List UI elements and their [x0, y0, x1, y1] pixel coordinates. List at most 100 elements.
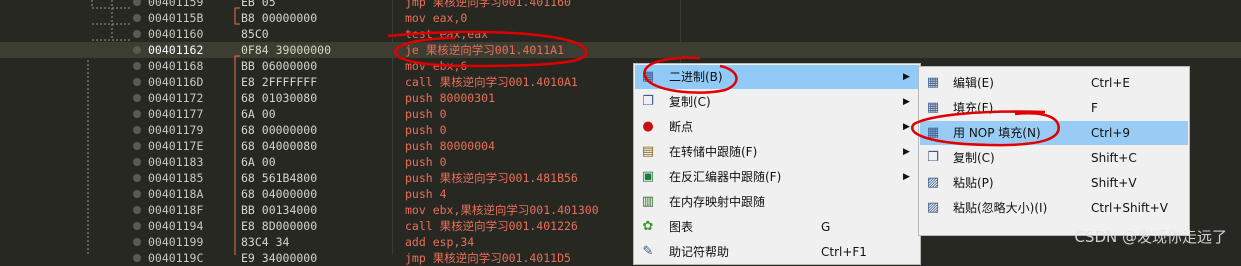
breakpoint-dot[interactable]	[133, 110, 141, 118]
opcode-bytes: 68 04000080	[241, 139, 318, 153]
disasm-row[interactable]: 00401162 0F84 39000000 je 果核逆向学习001.4011A1	[0, 42, 1241, 58]
opcode-bytes: 68 00000000	[241, 123, 318, 137]
copy-icon: ❐	[642, 94, 654, 109]
menu-item-label: 填充(F)...	[953, 101, 1005, 115]
breakpoint-dot[interactable]	[133, 94, 141, 102]
context-menu-item[interactable]: ▤ 在转储中跟随(F) ▶	[635, 140, 919, 164]
breakpoint-dot[interactable]	[133, 142, 141, 150]
menu-item-label: 图表	[669, 220, 694, 234]
opcode-bytes: 68 04000000	[241, 187, 318, 201]
address: 00401160	[148, 27, 204, 41]
instruction: push 4	[405, 187, 447, 201]
menu-item-shortcut: Ctrl+F1	[821, 245, 867, 259]
menu-item-label: 助记符帮助	[669, 245, 730, 259]
context-menu-item[interactable]: ❐ 复制(C) ▶	[635, 90, 919, 114]
opcode-bytes: 0F84 39000000	[241, 43, 332, 57]
breakpoint-dot[interactable]	[133, 206, 141, 214]
context-menu-item[interactable]: ▣ 在反汇编器中跟随(F) ▶	[635, 165, 919, 189]
dump-icon: ▤	[641, 144, 655, 159]
paste-ignore-size-icon: ▨	[926, 200, 940, 215]
disasm-row[interactable]: 00401199 83C4 34 add esp,34	[0, 234, 1241, 250]
address: 00401185	[148, 171, 204, 185]
opcode-bytes: E8 8D000000	[241, 219, 318, 233]
instruction: mov eax,0	[405, 11, 468, 25]
instruction: push 0	[405, 123, 447, 137]
instruction: call 果核逆向学习001.401226	[405, 219, 578, 233]
instruction: je 果核逆向学习001.4011A1	[405, 43, 565, 57]
address: 0040119C	[148, 251, 204, 265]
disasm-row[interactable]: 00401160 85C0 test eax,eax	[0, 26, 1241, 42]
menu-item-shortcut: F	[1091, 101, 1098, 115]
menu-item-shortcut: Ctrl+Shift+V	[1091, 201, 1168, 215]
context-menu-item[interactable]: ✿ 图表 G	[635, 215, 919, 239]
address: 00401199	[148, 235, 204, 249]
instruction: mov ebx,6	[405, 59, 468, 73]
branch-bracket	[234, 7, 240, 255]
context-menu-item[interactable]: ▦ 二进制(B) ▶	[635, 65, 919, 89]
fill-icon: ▦	[926, 100, 940, 115]
breakpoint-dot[interactable]	[133, 126, 141, 134]
menu-item-label: 在内存映射中跟随	[669, 195, 766, 209]
menu-item-shortcut: Shift+C	[1091, 151, 1137, 165]
menu-item-shortcut: Ctrl+9	[1091, 126, 1131, 140]
disasm-row[interactable]: 0040119C E9 34000000 jmp 果核逆向学习001.4011D5	[0, 250, 1241, 266]
binary-submenu: ▦ 编辑(E) Ctrl+E ▦ 填充(F)... F ▦ 用 NOP 填充(N) Ctrl+9…	[918, 66, 1190, 236]
breakpoint-dot[interactable]	[133, 158, 141, 166]
address: 0040117E	[148, 139, 204, 153]
menu-item-label: 用 NOP 填充(N)	[953, 126, 1041, 140]
opcode-bytes: 68 01030080	[241, 91, 318, 105]
disasm-row[interactable]: 00401159 EB 05 jmp 果核逆向学习001.401160	[0, 0, 1241, 10]
menu-item-shortcut: G	[821, 220, 831, 234]
breakpoint-dot[interactable]	[133, 238, 141, 246]
menu-item-shortcut: Shift+V	[1091, 176, 1137, 190]
breakpoint-dot[interactable]	[133, 222, 141, 230]
address: 00401183	[148, 155, 204, 169]
address: 00401159	[148, 0, 204, 9]
paste-icon: ▨	[926, 175, 940, 190]
submenu-item[interactable]: ❐ 复制(C) Shift+C	[920, 146, 1188, 170]
menu-item-shortcut: Ctrl+E	[1091, 76, 1130, 90]
copy-icon: ❐	[927, 150, 939, 165]
opcode-bytes: 85C0	[241, 27, 269, 41]
breakpoint-dot[interactable]	[133, 62, 141, 70]
submenu-item[interactable]: ▦ 用 NOP 填充(N) Ctrl+9	[920, 121, 1188, 145]
submenu-item[interactable]: ▦ 编辑(E) Ctrl+E	[920, 71, 1188, 95]
address: 00401172	[148, 91, 204, 105]
instruction: push 0	[405, 107, 447, 121]
submenu-arrow-icon: ▶	[903, 122, 910, 132]
disasm-row[interactable]: 0040115B B8 00000000 mov eax,0	[0, 10, 1241, 26]
opcode-bytes: BB 00134000	[241, 203, 318, 217]
menu-item-label: 断点	[669, 120, 694, 134]
submenu-item[interactable]: ▦ 填充(F)... F	[920, 96, 1188, 120]
address: 00401194	[148, 219, 204, 233]
context-menu-item[interactable]: ● 断点 ▶	[635, 115, 919, 139]
submenu-arrow-icon: ▶	[903, 172, 910, 182]
breakpoint-dot[interactable]	[133, 30, 141, 38]
menu-item-label: 粘贴(P)	[953, 176, 994, 190]
watermark: CSDN @发现你走远了	[1074, 228, 1227, 246]
instruction: test eax,eax	[405, 27, 489, 41]
address: 00401179	[148, 123, 204, 137]
address: 0040118A	[148, 187, 204, 201]
breakpoint-dot[interactable]	[133, 254, 141, 262]
address: 00401168	[148, 59, 204, 73]
instruction: jmp 果核逆向学习001.401160	[405, 0, 571, 9]
breakpoint-dot[interactable]	[133, 46, 141, 54]
address: 00401177	[148, 107, 204, 121]
breakpoint-dot[interactable]	[133, 174, 141, 182]
context-menu-item[interactable]: ▥ 在内存映射中跟随	[635, 190, 919, 214]
nop-fill-icon: ▦	[926, 125, 940, 140]
address: 0040115B	[148, 11, 204, 25]
opcode-bytes: B8 00000000	[241, 11, 318, 25]
context-menu-item[interactable]: ✎ 助记符帮助 Ctrl+F1	[635, 240, 919, 264]
breakpoint-dot[interactable]	[133, 0, 141, 6]
submenu-item[interactable]: ▨ 粘贴(忽略大小)(I) Ctrl+Shift+V	[920, 196, 1188, 220]
breakpoint-dot[interactable]	[133, 190, 141, 198]
opcode-bytes: E8 2FFFFFFF	[241, 75, 318, 89]
submenu-item[interactable]: ▨ 粘贴(P) Shift+V	[920, 171, 1188, 195]
breakpoint-dot[interactable]	[133, 78, 141, 86]
menu-item-label: 复制(C)	[953, 151, 995, 165]
breakpoint-dot[interactable]	[133, 14, 141, 22]
instruction: jmp 果核逆向学习001.4011D5	[405, 251, 571, 265]
graph-icon: ✿	[642, 219, 654, 234]
